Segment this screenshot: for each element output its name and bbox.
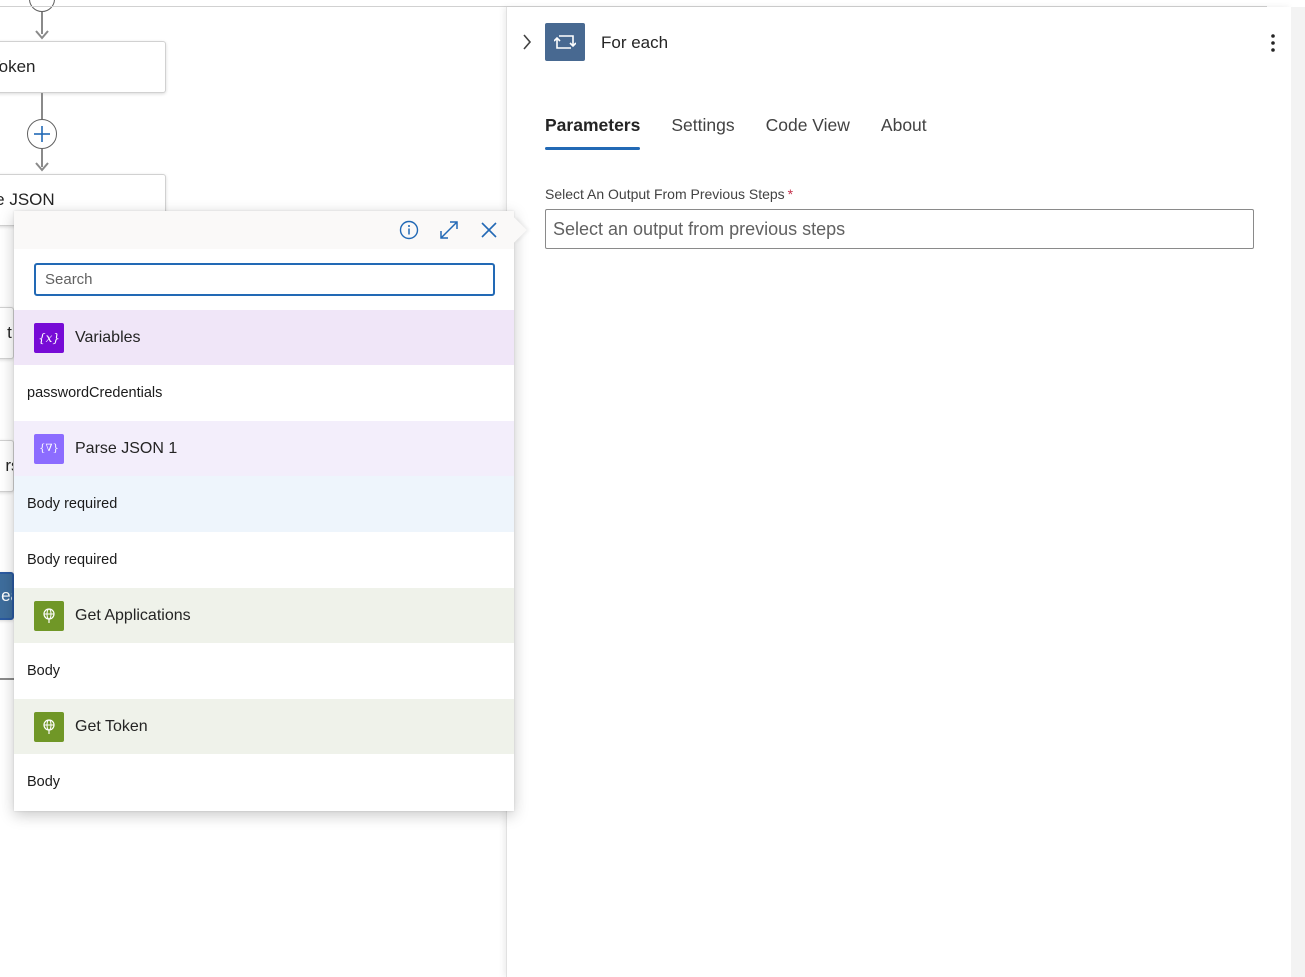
output-field-label: Select An Output From Previous Steps * (545, 186, 793, 202)
node-partial-label: t A (7, 323, 13, 342)
group-title: Get Token (75, 717, 148, 735)
node-get-token-label: t Token (0, 57, 36, 76)
connector-line (0, 678, 14, 680)
node-get-token[interactable]: t Token (0, 41, 166, 93)
more-vertical-icon (1271, 34, 1275, 52)
list-item-label: Body required (27, 496, 118, 512)
tab-code-view[interactable]: Code View (766, 115, 850, 150)
node-partial-label: ea (1, 586, 12, 605)
tab-settings[interactable]: Settings (671, 115, 734, 150)
search-input[interactable] (34, 263, 495, 296)
list-item[interactable]: Body (14, 643, 514, 699)
required-mark: * (787, 186, 794, 202)
group-title: Get Applications (75, 606, 191, 624)
parse-json-icon: {∇} (34, 433, 64, 464)
chevron-right-icon (523, 34, 532, 50)
info-icon (399, 220, 419, 240)
group-header-parse-json-1[interactable]: {∇} Parse JSON 1 (14, 421, 514, 476)
dynamic-content-popup: {x} Variables passwordCredentials {∇} Pa… (14, 211, 527, 811)
list-item[interactable]: passwordCredentials (14, 365, 514, 421)
list-item[interactable]: Body required (14, 476, 514, 532)
node-parse-json-label: rse JSON (0, 190, 55, 209)
panel-header: For each (507, 23, 1292, 63)
node-partial-label: rse (5, 456, 13, 475)
list-item-label: passwordCredentials (27, 385, 163, 401)
group-title: Variables (75, 328, 141, 346)
popup-header (14, 211, 514, 249)
tab-parameters[interactable]: Parameters (545, 115, 641, 150)
select-output-input[interactable] (545, 209, 1254, 249)
page-scrollbar[interactable] (1291, 7, 1305, 977)
add-step-button[interactable] (27, 119, 57, 149)
close-icon (481, 222, 497, 238)
variables-icon: {x} (34, 322, 64, 353)
list-item-label: Body (27, 663, 61, 679)
node-get-applications-partial[interactable]: t A (0, 307, 14, 359)
list-item-label: Body required (27, 552, 118, 568)
for-each-action-icon (545, 23, 585, 61)
close-button[interactable] (478, 219, 500, 241)
http-globe-icon (34, 711, 64, 742)
node-for-each-partial[interactable]: ea (0, 572, 14, 620)
more-options-button[interactable] (1265, 31, 1281, 55)
action-details-panel: For each Parameters Settings Code View A… (506, 7, 1291, 977)
arrow-down-icon (35, 162, 49, 172)
designer-root: t Token rse JSON t A rse ea (0, 0, 1305, 977)
expand-icon (440, 221, 458, 239)
list-item[interactable]: Body required (14, 532, 514, 588)
output-field-label-text: Select An Output From Previous Steps (545, 186, 785, 202)
http-globe-icon (34, 600, 64, 631)
dynamic-content-list: {x} Variables passwordCredentials {∇} Pa… (14, 310, 514, 810)
panel-title: For each (601, 33, 669, 52)
search-container (14, 249, 514, 296)
loop-icon (554, 35, 576, 49)
list-item-label: Body (27, 774, 61, 790)
arrow-down-icon (35, 30, 49, 40)
group-header-get-applications[interactable]: Get Applications (14, 588, 514, 643)
list-item[interactable]: Body (14, 754, 514, 810)
group-header-variables[interactable]: {x} Variables (14, 310, 514, 365)
info-button[interactable] (398, 219, 420, 241)
connector-line (41, 93, 43, 119)
group-title: Parse JSON 1 (75, 439, 178, 457)
tab-about[interactable]: About (881, 115, 927, 150)
node-parse-json-1-partial[interactable]: rse (0, 440, 14, 492)
collapse-panel-button[interactable] (519, 31, 535, 53)
panel-tabs: Parameters Settings Code View About (545, 115, 927, 150)
expand-button[interactable] (438, 219, 460, 241)
plus-icon (34, 126, 50, 142)
group-header-get-token[interactable]: Get Token (14, 699, 514, 754)
